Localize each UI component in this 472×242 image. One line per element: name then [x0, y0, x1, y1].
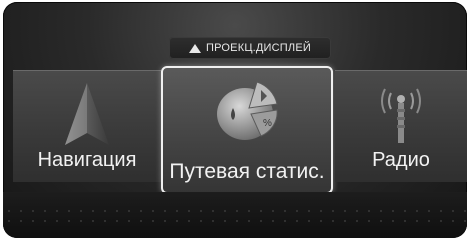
screen: ПРОЕКЦ.ДИСПЛЕЙ Навигация % Путевая стати… [3, 2, 467, 238]
banner-label: ПРОЕКЦ.ДИСПЛЕЙ [206, 42, 311, 54]
head-up-display-banner[interactable]: ПРОЕКЦ.ДИСПЛЕЙ [169, 37, 331, 59]
radio-antenna-icon [381, 88, 421, 143]
triangle-up-icon [189, 43, 202, 53]
menu-item-label: Путевая статис. [169, 160, 325, 183]
svg-text:%: % [263, 118, 272, 129]
menu-item-navigation[interactable]: Навигация [13, 70, 161, 182]
navigation-arrow-icon [65, 83, 109, 145]
menu-item-label: Радио [372, 149, 430, 171]
display-frame: ПРОЕКЦ.ДИСПЛЕЙ Навигация % Путевая стати… [0, 0, 472, 242]
dot-pattern [3, 206, 467, 226]
trip-statistics-icon: % [217, 81, 278, 140]
menu-item-radio[interactable]: Радио [335, 70, 467, 182]
menu-item-trip-statistics[interactable]: % Путевая статис. [161, 66, 333, 194]
menu-item-label: Навигация [37, 149, 137, 171]
